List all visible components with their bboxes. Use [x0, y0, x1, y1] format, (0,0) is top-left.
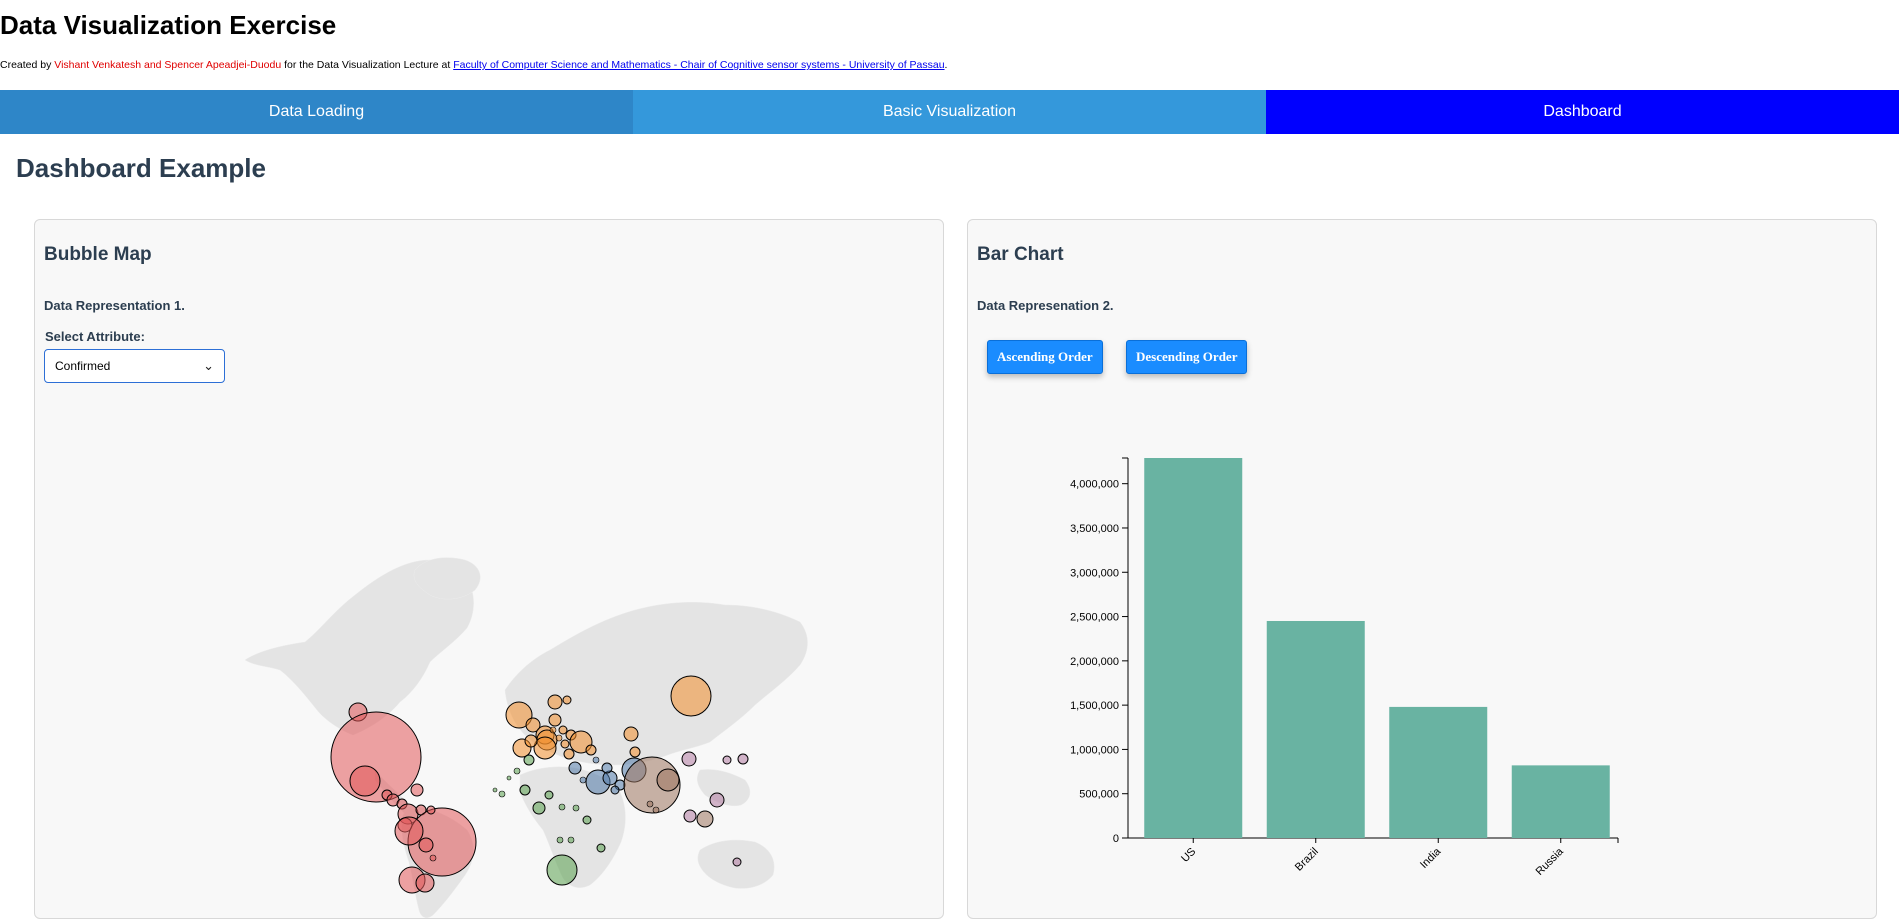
- y-tick-label: 4,000,000: [1070, 479, 1119, 491]
- x-tick-label: Russia: [1534, 845, 1567, 878]
- credits-middle: for the Data Visualization Lecture at: [281, 59, 454, 71]
- bar-chart-title: Bar Chart: [977, 244, 1064, 265]
- y-tick-label: 3,000,000: [1070, 567, 1119, 579]
- bubble-middle-east[interactable]: [601, 762, 613, 774]
- bubble-africa[interactable]: [523, 754, 535, 766]
- bar-india: [1389, 706, 1488, 838]
- bubble-middle-east[interactable]: [592, 756, 600, 764]
- bubble-americas[interactable]: [426, 805, 436, 815]
- bubble-africa[interactable]: [596, 843, 606, 853]
- bubble-east-asia[interactable]: [722, 755, 732, 765]
- bubble-africa[interactable]: [567, 836, 575, 844]
- bubble-africa[interactable]: [519, 784, 531, 796]
- y-tick-label: 3,500,000: [1070, 523, 1119, 535]
- y-tick-label: 1,500,000: [1070, 700, 1119, 712]
- bar-russia: [1511, 765, 1610, 838]
- ascending-order-button[interactable]: Ascending Order: [987, 340, 1103, 374]
- bubble-europe[interactable]: [623, 726, 639, 742]
- bubble-east-asia[interactable]: [732, 857, 742, 867]
- y-tick-label: 0: [1113, 833, 1119, 845]
- bubble-middle-east[interactable]: [568, 761, 582, 775]
- y-tick-label: 500,000: [1079, 789, 1119, 801]
- bubble-americas[interactable]: [418, 837, 434, 853]
- bubble-europe[interactable]: [524, 734, 538, 748]
- attribute-select-value: Confirmed: [55, 359, 111, 373]
- bubble-map-title: Bubble Map: [44, 244, 152, 265]
- bar-brazil: [1266, 620, 1365, 838]
- bubble-africa[interactable]: [498, 790, 506, 798]
- bubble-europe[interactable]: [558, 725, 568, 735]
- page-title: Data Visualization Exercise: [0, 10, 337, 40]
- x-tick-label: Brazil: [1293, 846, 1321, 874]
- tab-data-loading[interactable]: Data Loading: [0, 90, 633, 134]
- bar-chart: 0 500,000 1,000,000 1,500,000 2,000,000 2,500…: [1070, 457, 1619, 878]
- bubble-south-asia[interactable]: [652, 806, 660, 814]
- bubble-europe[interactable]: [629, 746, 641, 758]
- bubble-europe[interactable]: [549, 726, 557, 734]
- bubble-map-panel: Bubble Map Data Representation 1. Select…: [34, 219, 944, 919]
- x-tick-label: India: [1418, 845, 1444, 871]
- attribute-select[interactable]: Confirmed ⌄: [44, 349, 225, 383]
- bubble-africa[interactable]: [532, 801, 546, 815]
- bubble-africa[interactable]: [546, 854, 578, 886]
- y-tick-label: 1,000,000: [1070, 744, 1119, 756]
- x-tick-label: US: [1179, 846, 1198, 865]
- chevron-down-icon: ⌄: [203, 358, 214, 373]
- y-tick-label: 2,000,000: [1070, 656, 1119, 668]
- section-title: Dashboard Example: [16, 153, 266, 183]
- bubble-americas[interactable]: [394, 816, 424, 846]
- bubble-south-asia[interactable]: [656, 768, 680, 792]
- credits-line: Created by Vishant Venkatesh and Spencer…: [0, 59, 947, 71]
- bubble-east-asia[interactable]: [709, 792, 725, 808]
- bubble-africa[interactable]: [556, 836, 564, 844]
- university-link[interactable]: Faculty of Computer Science and Mathemat…: [453, 59, 944, 71]
- bubble-americas[interactable]: [410, 783, 424, 797]
- credits-prefix: Created by: [0, 59, 55, 71]
- bubble-africa[interactable]: [506, 775, 512, 781]
- bubble-africa[interactable]: [582, 815, 592, 825]
- bubble-europe[interactable]: [547, 694, 563, 710]
- descending-order-button[interactable]: Descending Order: [1126, 340, 1248, 374]
- bubble-africa[interactable]: [572, 804, 580, 812]
- bar-us: [1144, 458, 1243, 838]
- bar-chart-panel: Bar Chart Data Represenation 2. Ascendin…: [967, 219, 1877, 919]
- bubble-europe[interactable]: [562, 695, 572, 705]
- bubble-africa[interactable]: [513, 767, 521, 775]
- bubble-east-asia[interactable]: [681, 751, 697, 767]
- bubble-africa[interactable]: [544, 790, 554, 800]
- bar-chart-subtitle: Data Represenation 2.: [977, 298, 1114, 313]
- bubble-east-asia[interactable]: [683, 809, 697, 823]
- bubble-south-asia[interactable]: [646, 800, 654, 808]
- bubble-americas[interactable]: [429, 854, 437, 862]
- tab-basic-visualization[interactable]: Basic Visualization: [633, 90, 1266, 134]
- bubble-africa[interactable]: [492, 787, 498, 793]
- bubble-europe[interactable]: [563, 748, 575, 760]
- bubble-africa[interactable]: [558, 803, 566, 811]
- bubble-east-asia[interactable]: [737, 753, 749, 765]
- tab-bar: Data Loading Basic Visualization Dashboa…: [0, 90, 1899, 134]
- bubble-south-asia[interactable]: [696, 810, 714, 828]
- bubble-map-subtitle: Data Representation 1.: [44, 298, 185, 313]
- bubble-europe[interactable]: [585, 744, 597, 756]
- bubble-europe[interactable]: [560, 739, 570, 749]
- y-tick-label: 2,500,000: [1070, 612, 1119, 624]
- bubble-europe[interactable]: [548, 713, 562, 727]
- bubble-europe[interactable]: [555, 734, 563, 742]
- bubble-middle-east[interactable]: [579, 776, 587, 784]
- bubble-middle-east[interactable]: [610, 785, 620, 795]
- bubble-americas[interactable]: [349, 765, 381, 797]
- credits-authors: Vishant Venkatesh and Spencer Apeadjei-D…: [54, 59, 282, 71]
- select-attribute-label: Select Attribute:: [45, 329, 145, 344]
- bubble-americas[interactable]: [415, 873, 435, 893]
- bubble-map: [244, 557, 808, 918]
- tab-dashboard[interactable]: Dashboard: [1266, 90, 1899, 134]
- credits-suffix: .: [944, 59, 948, 71]
- bubble-europe[interactable]: [670, 675, 712, 717]
